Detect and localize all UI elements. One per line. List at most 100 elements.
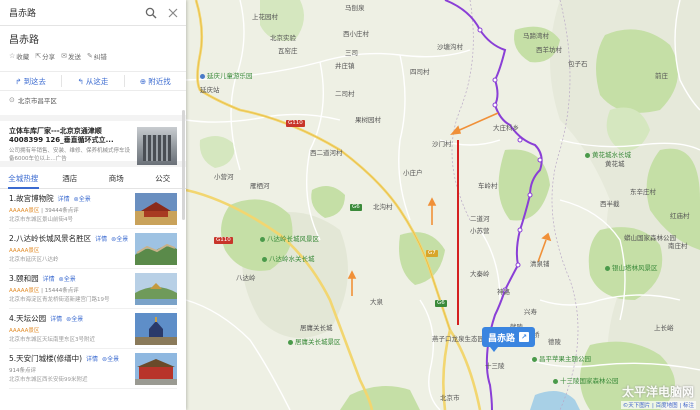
map-label: 延庆儿童游乐园 xyxy=(200,70,253,80)
favorite-button[interactable]: ☆ 收藏 xyxy=(9,51,29,61)
tab-bus[interactable]: 公交 xyxy=(140,169,187,188)
route-to-label: 到这去 xyxy=(23,76,47,86)
send-icon: ✉ xyxy=(61,52,68,60)
map-label: 大秦岭 xyxy=(470,270,490,278)
result-badge: AAAAA景区 | 15444条点评 xyxy=(9,288,79,294)
result-text: 5.天安门城楼(修缮中) 详情 ⊚全景 914条点评 北京市东城区西长安街99米附近 xyxy=(9,353,135,388)
ad-block[interactable]: 立体车库厂家---北京京通津顺4008399 126_垂直循环式立... 公司拥… xyxy=(0,115,186,167)
list-item[interactable]: 1.故宫博物院 详情 ⊚全景 AAAAA景区 | 39444条点评 北京市东城区景山… xyxy=(9,189,177,229)
ad-tag: 广告 xyxy=(55,156,67,162)
result-thumbnail[interactable] xyxy=(135,353,177,385)
favorite-label: 收藏 xyxy=(16,53,30,61)
map-label: 西羊坊村 xyxy=(536,46,562,54)
panorama-link[interactable]: ⊚全景 xyxy=(111,234,128,243)
result-name[interactable]: 4.天坛公园 xyxy=(9,313,46,324)
region-text: 北京市昌平区 xyxy=(17,97,57,105)
tab-hotel[interactable]: 酒店 xyxy=(47,169,94,188)
map-label-text: 居庸关长城景区 xyxy=(295,338,341,346)
map-label: 井庄镇 xyxy=(335,62,355,70)
result-thumbnail[interactable] xyxy=(135,273,177,305)
result-name[interactable]: 1.故宫博物院 xyxy=(9,193,54,204)
result-thumbnail[interactable] xyxy=(135,193,177,225)
list-item[interactable]: 4.天坛公园 详情 ⊚全景 AAAAA景区 北京市东城区天坛南里东区3号附近 xyxy=(9,309,177,349)
map-label: 西半截 xyxy=(600,200,620,208)
result-name[interactable]: 5.天安门城楼(修缮中) xyxy=(9,353,82,364)
map-label: 燕子口龙泉生态园 xyxy=(432,335,484,343)
poi-icon xyxy=(200,73,205,79)
detail-link[interactable]: 详情 xyxy=(43,274,55,283)
panorama-link[interactable]: ⊚全景 xyxy=(102,354,119,363)
map-label: 北京实验 xyxy=(270,34,296,42)
send-button[interactable]: ✉ 发送 xyxy=(61,51,81,61)
map-label: 二道河 xyxy=(470,215,490,223)
list-item[interactable]: 3.颐和园 详情 ⊚全景 AAAAA景区 | 15444条点评 北京市海淀区青龙桥街… xyxy=(9,269,177,309)
map-label: 小庄户 xyxy=(403,169,423,177)
result-thumbnail[interactable] xyxy=(135,313,177,345)
result-text: 4.天坛公园 详情 ⊚全景 AAAAA景区 北京市东城区天坛南里东区3号附近 xyxy=(9,313,135,348)
result-text: 2.八达岭长城风景名胜区 详情 ⊚全景 AAAAA景区 北京市延庆区八达岭 xyxy=(9,233,135,268)
road-shield: G6 xyxy=(350,204,362,211)
map-label: 十三陵国家森林公园 xyxy=(553,375,619,385)
map-label: 西二道河村 xyxy=(310,149,343,157)
results-list: 1.故宫博物院 详情 ⊚全景 AAAAA景区 | 39444条点评 北京市东城区景山… xyxy=(0,189,186,389)
map-copyright: ©天下图片 | 百度地图 | 标注 xyxy=(620,401,696,409)
panorama-label: 全景 xyxy=(107,356,120,363)
map-label: 前庄 xyxy=(655,72,668,80)
result-name[interactable]: 2.八达岭长城风景名胜区 xyxy=(9,233,91,244)
detail-link[interactable]: 详情 xyxy=(95,234,107,243)
panorama-link[interactable]: ⊚全景 xyxy=(59,274,76,283)
review-count: 914条点评 xyxy=(9,368,36,374)
detail-link[interactable]: 详情 xyxy=(58,194,70,203)
map-label: 果树园村 xyxy=(355,116,381,124)
map-label-text: 十三陵国家森林公园 xyxy=(560,377,619,385)
result-name[interactable]: 3.颐和园 xyxy=(9,273,39,284)
route-buttons: ↱ 到这去 ↰ 从这走 ⊕ 附近找 xyxy=(0,71,186,91)
map-label: 东辛庄村 xyxy=(630,188,656,196)
category-tabs: 全城热搜 酒店 商场 公交 xyxy=(0,169,186,189)
map-label: 马蹄湾村 xyxy=(523,32,549,40)
result-title: 1.故宫博物院 详情 ⊚全景 xyxy=(9,193,135,204)
map-label: 延庆站 xyxy=(200,86,220,94)
map-label: 三司 xyxy=(345,49,358,57)
scenic-level: AAAAA景区 xyxy=(9,208,40,214)
tab-mall[interactable]: 商场 xyxy=(93,169,140,188)
detail-link[interactable]: 详情 xyxy=(86,354,98,363)
place-marker[interactable]: 昌赤路 ↗ xyxy=(482,327,536,352)
scrollbar[interactable] xyxy=(182,110,185,220)
result-title: 5.天安门城楼(修缮中) 详情 ⊚全景 xyxy=(9,353,135,364)
detail-link[interactable]: 详情 xyxy=(50,314,62,323)
map-label: 大泉 xyxy=(370,298,383,306)
map-label: 包子石 xyxy=(568,60,588,68)
poi-icon xyxy=(605,265,610,271)
map-label-text: 八达岭长城风景区 xyxy=(267,235,319,243)
ad-image[interactable] xyxy=(137,127,177,165)
panorama-link[interactable]: ⊚全景 xyxy=(74,194,91,203)
close-icon[interactable] xyxy=(166,6,180,20)
result-thumbnail[interactable] xyxy=(135,233,177,265)
panorama-label: 全景 xyxy=(63,276,76,283)
route-from-here-button[interactable]: ↰ 从这走 xyxy=(62,76,123,87)
scenic-level: AAAAA景区 xyxy=(9,288,40,294)
map-label: 瓦窑庄 xyxy=(278,47,298,55)
route-to-here-button[interactable]: ↱ 到这去 xyxy=(0,76,61,87)
marker-expand-icon[interactable]: ↗ xyxy=(519,332,530,342)
share-label: 分享 xyxy=(42,53,56,61)
map-label: 车岭村 xyxy=(478,182,498,190)
tab-hot-search[interactable]: 全城热搜 xyxy=(0,169,47,189)
search-icon[interactable] xyxy=(144,6,158,20)
report-error-button[interactable]: ✎ 纠错 xyxy=(87,51,107,61)
result-title: 2.八达岭长城风景名胜区 详情 ⊚全景 xyxy=(9,233,135,244)
place-actions: ☆ 收藏 ⇱ 分享 ✉ 发送 ✎ 纠错 xyxy=(9,51,177,61)
map-label: 十三陵 xyxy=(485,362,505,370)
panorama-link[interactable]: ⊚全景 xyxy=(66,314,83,323)
nearby-search-button[interactable]: ⊕ 附近找 xyxy=(125,76,186,87)
ad-title[interactable]: 立体车库厂家---北京京通津顺4008399 126_垂直循环式立... xyxy=(9,127,131,145)
search-input[interactable] xyxy=(9,7,136,18)
share-button[interactable]: ⇱ 分享 xyxy=(35,51,55,61)
route-from-label: 从这走 xyxy=(85,76,109,86)
map-label: 八达岭 xyxy=(236,274,256,282)
map-label: 兴寿 xyxy=(524,308,537,316)
poi-icon xyxy=(553,378,558,384)
list-item[interactable]: 2.八达岭长城风景名胜区 详情 ⊚全景 AAAAA景区 北京市延庆区八达岭 xyxy=(9,229,177,269)
list-item[interactable]: 5.天安门城楼(修缮中) 详情 ⊚全景 914条点评 北京市东城区西长安街99米附近 xyxy=(9,349,177,389)
